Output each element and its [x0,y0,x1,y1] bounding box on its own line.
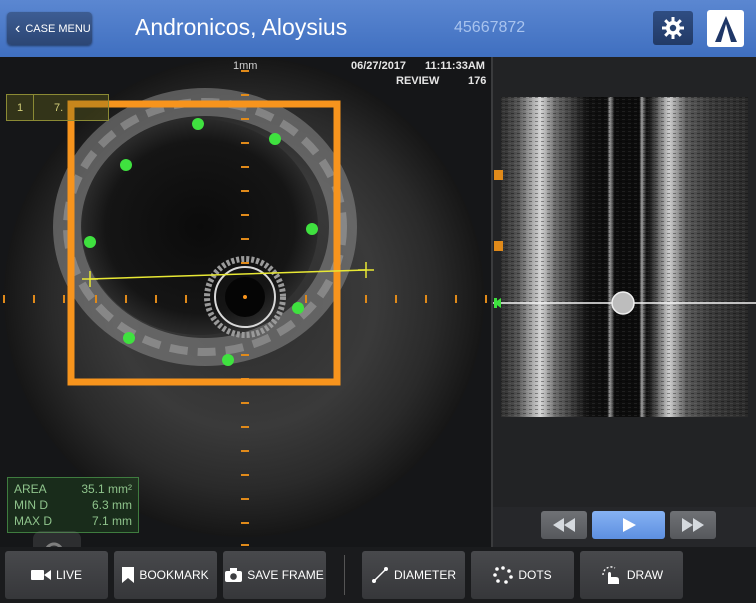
longitudinal-image [493,97,756,417]
video-camera-icon [30,570,51,580]
case-menu-button[interactable]: ‹ CASE MENU [7,12,92,45]
frame-count: 176 [468,75,487,87]
ivus-review-screen: ‹ CASE MENU Andronicos, Aloysius 4566787… [0,0,756,603]
bookmark-icon [122,567,135,583]
diameter-button[interactable]: DIAMETER [362,551,465,599]
max-d-label: MAX D [14,514,53,528]
play-button[interactable] [592,511,665,539]
measurement-row: MAX D 7.1 mm [14,513,132,529]
rewind-icon [553,518,575,532]
live-button[interactable]: LIVE [5,551,108,599]
ivus-cross-section-view[interactable]: 1mm 06/27/2017 11:11:33AM REVIEW 176 1 7… [0,57,491,547]
header-bar: ‹ CASE MENU Andronicos, Aloysius 4566787… [0,0,756,57]
save-frame-button[interactable]: SAVE FRAME [223,551,326,599]
draw-button[interactable]: DRAW [580,551,683,599]
fast-forward-icon [682,518,704,532]
bookmark-button[interactable]: BOOKMARK [114,551,217,599]
mode-label: REVIEW [396,75,440,87]
ivus-image [3,57,487,546]
playback-controls [493,507,756,547]
frame-value: 7. [54,101,64,114]
frame-index: 1 [7,95,34,120]
min-d-label: MIN D [14,498,48,512]
chevron-left-icon: ‹ [15,19,21,37]
logo-icon [714,15,737,42]
save-frame-label: SAVE FRAME [247,568,324,582]
patient-name: Andronicos, Aloysius [135,14,348,40]
area-value: 35.1 mm² [81,482,132,496]
min-d-value: 6.3 mm [91,498,132,512]
measurement-row: AREA 35.1 mm² [14,481,132,497]
scan-date: 06/27/2017 [351,60,407,72]
toolbar-separator [344,555,345,595]
measurement-panel: AREA 35.1 mm² MIN D 6.3 mm MAX D 7.1 mm [7,477,139,533]
max-d-value: 7.1 mm [91,514,132,528]
frame-indicator: 1 7. [6,94,109,121]
dots-icon [493,566,514,584]
zoom-button[interactable] [33,531,81,547]
draw-label: DRAW [626,568,664,582]
diameter-label: DIAMETER [393,568,456,582]
draw-hand-icon [602,566,619,584]
longitudinal-view[interactable] [493,57,756,507]
camera-icon [225,568,243,582]
live-label: LIVE [55,568,82,582]
case-menu-label: CASE MENU [25,22,91,35]
bookmark-label: BOOKMARK [139,568,209,582]
zoom-icon [45,542,63,547]
bottom-toolbar: LIVE BOOKMARK SAVE FRAME DIAMETER DOTS D… [0,547,756,603]
measurement-row: MIN D 6.3 mm [14,497,132,513]
gear-icon [662,17,684,39]
fast-forward-button[interactable] [670,511,716,539]
dots-button[interactable]: DOTS [471,551,574,599]
diameter-icon [371,567,388,583]
play-icon [622,518,636,532]
rewind-button[interactable] [541,511,587,539]
logo-button[interactable] [707,10,744,47]
patient-id: 45667872 [454,19,526,36]
settings-button[interactable] [653,11,693,45]
dots-label: DOTS [518,568,552,582]
area-label: AREA [14,482,47,496]
scale-label: 1mm [233,60,258,72]
scan-time: 11:11:33AM [425,60,485,72]
